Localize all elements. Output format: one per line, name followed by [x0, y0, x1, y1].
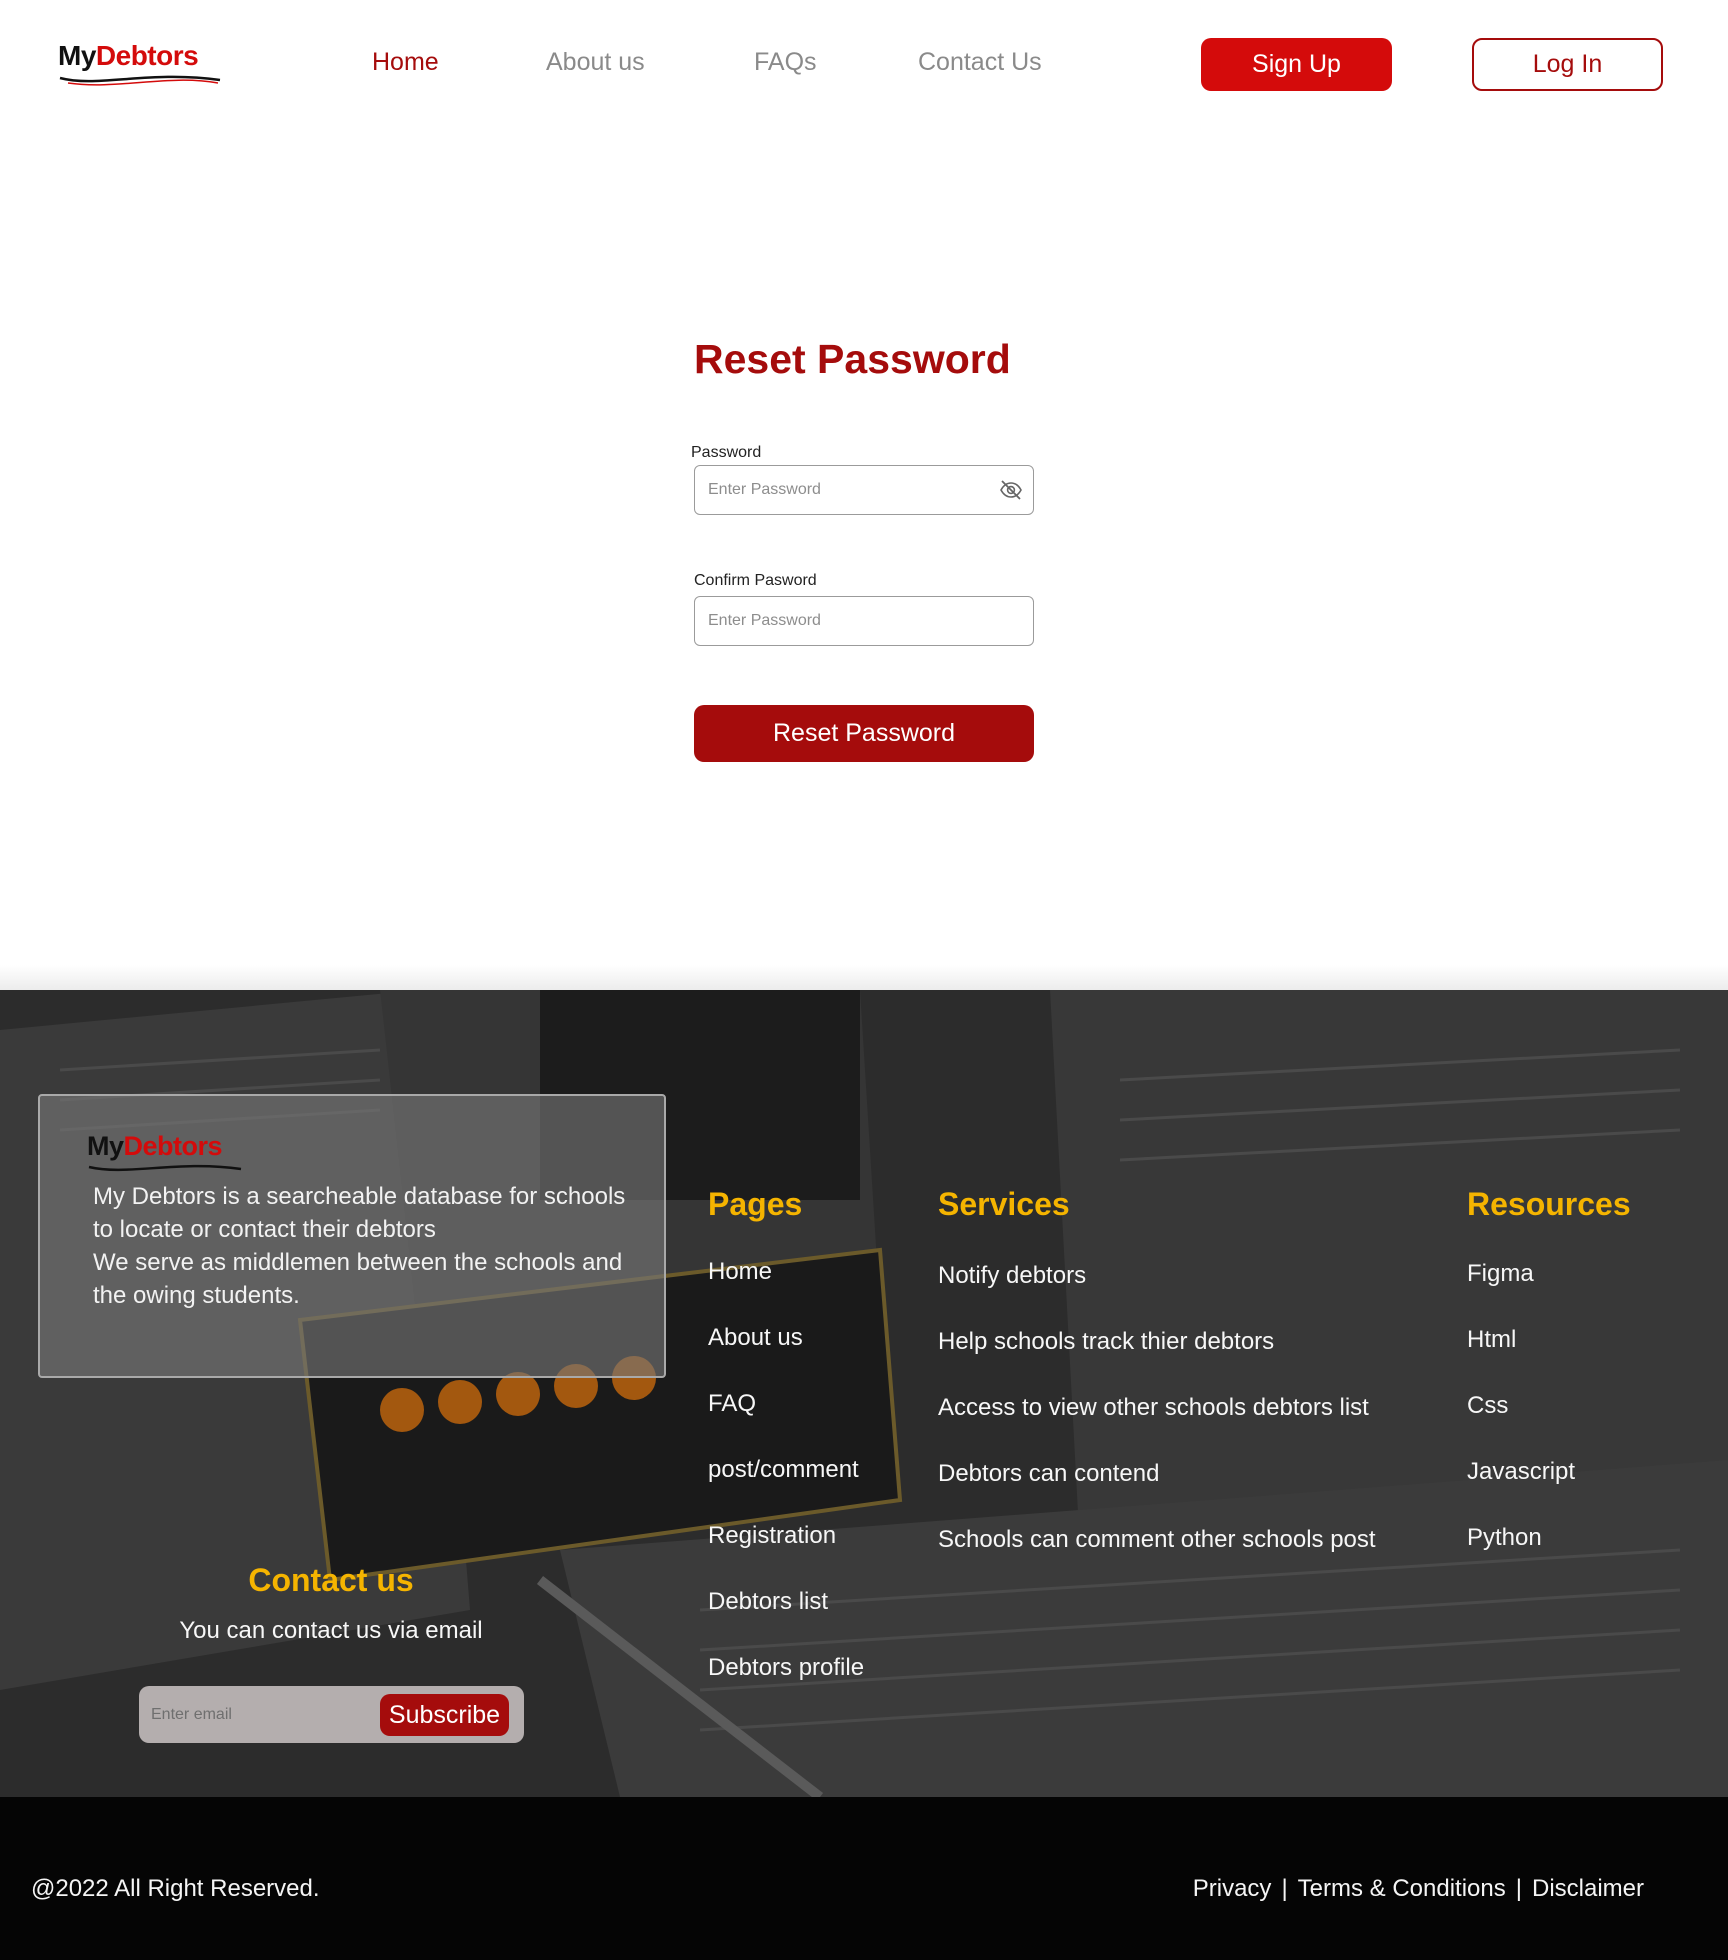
footer-divider [0, 965, 1728, 990]
pages-heading: Pages [708, 1186, 803, 1222]
footer-link-post-comment[interactable]: post/comment [708, 1456, 859, 1484]
bottom-bar: @2022 All Right Reserved. Privacy | Terms … [0, 1797, 1728, 1960]
subscribe-form: Subscribe [139, 1686, 524, 1743]
nav-contact-link[interactable]: Contact Us [918, 48, 1042, 77]
footer-link-debtors-profile[interactable]: Debtors profile [708, 1654, 864, 1682]
contact-heading: Contact us [248, 1562, 414, 1598]
confirm-password-input[interactable] [695, 597, 1033, 645]
disclaimer-link[interactable]: Disclaimer [1532, 1875, 1644, 1902]
resources-heading: Resources [1467, 1186, 1631, 1222]
site-footer: MyDebtors My Debtors is a searcheable da… [0, 990, 1728, 1797]
site-logo[interactable]: MyDebtors [58, 40, 222, 86]
password-label: Password [691, 444, 762, 461]
copyright-text: @2022 All Right Reserved. [31, 1875, 320, 1902]
footer-link-home[interactable]: Home [708, 1258, 772, 1286]
logo-suffix: Debtors [123, 1131, 223, 1161]
password-input[interactable] [695, 466, 1033, 514]
logo-swoosh-icon [88, 1164, 242, 1172]
footer-link-html[interactable]: Html [1467, 1326, 1516, 1354]
eye-slash-icon[interactable] [999, 478, 1023, 502]
logo-prefix: My [58, 40, 96, 71]
page-title: Reset Password [694, 336, 1011, 382]
nav-faqs-link[interactable]: FAQs [754, 48, 817, 77]
footer-link-javascript[interactable]: Javascript [1467, 1458, 1575, 1486]
footer-link-service[interactable]: Notify debtors [938, 1262, 1086, 1290]
services-heading: Services [938, 1186, 1070, 1222]
about-line: My Debtors is a searcheable database for… [93, 1183, 626, 1243]
sign-up-button[interactable]: Sign Up [1201, 38, 1392, 91]
about-card: MyDebtors My Debtors is a searcheable da… [38, 1094, 666, 1378]
nav-home-link[interactable]: Home [372, 48, 439, 77]
footer-link-css[interactable]: Css [1467, 1392, 1508, 1420]
footer-link-service[interactable]: Access to view other schools debtors lis… [938, 1394, 1369, 1422]
log-in-button[interactable]: Log In [1472, 38, 1663, 91]
subscribe-button[interactable]: Subscribe [380, 1694, 509, 1736]
footer-link-faq[interactable]: FAQ [708, 1390, 756, 1418]
confirm-password-field [694, 596, 1034, 646]
terms-link[interactable]: Terms & Conditions [1298, 1875, 1506, 1902]
email-input[interactable] [139, 1686, 379, 1743]
reset-password-button[interactable]: Reset Password [694, 705, 1034, 762]
logo-suffix: Debtors [95, 40, 199, 71]
about-line: We serve as middlemen between the school… [93, 1249, 623, 1309]
confirm-password-label: Confirm Pasword [694, 572, 817, 589]
privacy-link[interactable]: Privacy [1193, 1875, 1272, 1902]
footer-link-service[interactable]: Help schools track thier debtors [938, 1328, 1274, 1356]
contact-subtitle: You can contact us via email [179, 1617, 483, 1644]
footer-link-service[interactable]: Schools can comment other schools post [938, 1526, 1376, 1554]
footer-logo[interactable]: MyDebtors [87, 1131, 243, 1174]
about-description: My Debtors is a searcheable database for… [93, 1180, 633, 1312]
site-header: MyDebtors Home About us FAQs Contact Us … [0, 0, 1728, 130]
separator: | [1515, 1875, 1522, 1902]
nav-about-link[interactable]: About us [546, 48, 645, 77]
footer-link-figma[interactable]: Figma [1467, 1260, 1534, 1288]
footer-link-about[interactable]: About us [708, 1324, 803, 1352]
footer-link-registration[interactable]: Registration [708, 1522, 836, 1550]
logo-prefix: My [87, 1131, 124, 1161]
legal-links: Privacy | Terms & Conditions | Disclaimer [1193, 1875, 1644, 1903]
footer-link-python[interactable]: Python [1467, 1524, 1542, 1552]
footer-link-debtors-list[interactable]: Debtors list [708, 1588, 828, 1616]
logo-swoosh-icon [59, 75, 221, 86]
footer-link-service[interactable]: Debtors can contend [938, 1460, 1159, 1488]
password-field [694, 465, 1034, 515]
separator: | [1281, 1875, 1288, 1902]
